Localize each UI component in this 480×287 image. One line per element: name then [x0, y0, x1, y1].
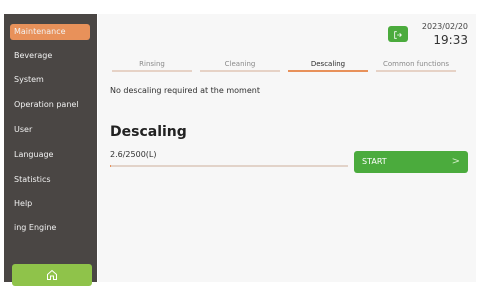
main-panel: 2023/02/20 19:33 Rinsing Cleaning Descal…: [98, 14, 476, 282]
tab-underline: [288, 70, 368, 72]
section-title: Descaling: [110, 124, 187, 140]
progress-text: 2.6/2500(L): [110, 150, 157, 159]
tab-label: Common functions: [383, 60, 449, 68]
sidebar-item-engineering[interactable]: ing Engine: [10, 220, 90, 236]
sidebar-item-operation-panel[interactable]: Operation panel: [10, 97, 90, 113]
sidebar-item-help[interactable]: Help: [10, 196, 90, 212]
sidebar-item-system[interactable]: System: [10, 72, 90, 88]
tab-label: Cleaning: [224, 60, 256, 68]
tab-label: Descaling: [310, 60, 346, 68]
chevron-right-icon: >: [451, 156, 460, 167]
sidebar-item-maintenance[interactable]: Maintenance: [10, 24, 90, 40]
start-button[interactable]: START >: [354, 151, 468, 173]
tab-common-functions[interactable]: Common functions: [376, 58, 456, 72]
date-display: 2023/02/20: [421, 22, 468, 31]
tab-label: Rinsing: [139, 60, 165, 68]
sidebar-item-statistics[interactable]: Statistics: [10, 172, 90, 188]
time-display: 19:33: [433, 33, 468, 47]
home-button[interactable]: [12, 264, 92, 286]
sidebar: Maintenance Beverage System Operation pa…: [4, 14, 97, 286]
tab-underline: [200, 70, 280, 72]
tab-cleaning[interactable]: Cleaning: [200, 58, 280, 72]
start-label: START: [362, 157, 387, 166]
tab-underline: [112, 70, 192, 72]
screen: Maintenance Beverage System Operation pa…: [0, 0, 480, 287]
logout-button[interactable]: [388, 26, 408, 42]
sidebar-item-beverage[interactable]: Beverage: [10, 48, 90, 64]
tab-descaling[interactable]: Descaling: [288, 58, 368, 72]
sidebar-item-language[interactable]: Language: [10, 147, 90, 163]
home-icon: [46, 266, 58, 285]
progress-bar: [110, 165, 348, 167]
tab-underline: [376, 70, 456, 72]
status-message: No descaling required at the moment: [110, 86, 260, 95]
tab-rinsing[interactable]: Rinsing: [112, 58, 192, 72]
sidebar-item-user[interactable]: User: [10, 122, 90, 138]
logout-icon: [393, 25, 403, 44]
